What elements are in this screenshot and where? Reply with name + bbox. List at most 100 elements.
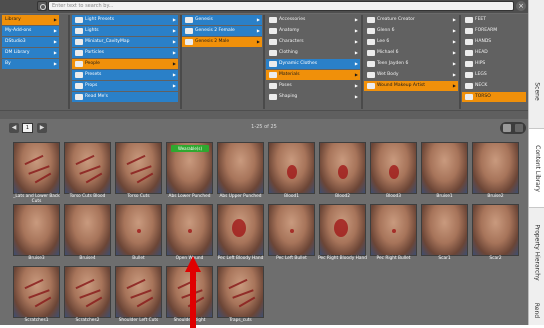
category-item[interactable]: Anatomy ▶	[266, 26, 360, 36]
asset-tile[interactable]: Bruise4	[64, 204, 111, 267]
asset-tile[interactable]: Bruise3	[13, 204, 60, 267]
view-mode-toggle[interactable]	[500, 122, 526, 134]
asset-tile[interactable]: Blood3	[370, 142, 417, 205]
asset-tile[interactable]: Torso Cuts Blood	[64, 142, 111, 205]
asset-thumbnail[interactable]	[217, 142, 264, 194]
asset-thumbnail[interactable]	[166, 204, 213, 256]
asset-tile[interactable]: Bruise1	[421, 142, 468, 205]
category-item[interactable]: Lights ▶	[72, 26, 178, 36]
asset-tile[interactable]: Shoulder Left Cuts	[115, 266, 162, 325]
category-item[interactable]: Teen Jayden 6 ▶	[364, 59, 458, 69]
asset-tile[interactable]: Pec Right Bloody Hand	[318, 204, 367, 267]
category-item[interactable]: Clothing ▶	[266, 48, 360, 58]
asset-thumbnail[interactable]	[319, 204, 366, 256]
category-item[interactable]: Glenn 6 ▶	[364, 26, 458, 36]
category-item[interactable]: People ▶	[72, 59, 178, 69]
asset-thumbnail[interactable]	[370, 204, 417, 256]
category-item[interactable]: Genesis 2 Male ▶	[182, 37, 262, 47]
asset-tile[interactable]: Scratches2	[64, 266, 111, 325]
asset-tile[interactable]: Torso Cuts	[115, 142, 162, 205]
category-item[interactable]: By ▶	[2, 59, 59, 69]
category-item[interactable]: FEET	[462, 15, 526, 25]
category-item[interactable]: HANDS	[462, 37, 526, 47]
asset-thumbnail[interactable]	[421, 204, 468, 256]
asset-thumbnail[interactable]	[115, 266, 162, 318]
asset-thumbnail[interactable]	[64, 204, 111, 256]
category-item[interactable]: Characters ▶	[266, 37, 360, 47]
category-item[interactable]: DM Library ▶	[2, 48, 59, 58]
column-divider[interactable]	[263, 15, 265, 109]
category-item[interactable]: Read Me's	[72, 92, 178, 102]
column-divider[interactable]	[361, 15, 363, 109]
tab-scene[interactable]: Scene	[529, 60, 544, 122]
asset-thumbnail[interactable]	[64, 142, 111, 194]
asset-tile[interactable]: Traps_cuts	[217, 266, 264, 325]
search-input[interactable]: Enter text to search by...	[48, 1, 514, 11]
asset-tile[interactable]: Open Wound	[166, 204, 213, 267]
category-item[interactable]: My-Add-ons ▶	[2, 26, 59, 36]
column-divider[interactable]	[68, 15, 70, 109]
category-item[interactable]: Poses ▶	[266, 81, 360, 91]
tab-property-hierarchy[interactable]: Property Hierarchy	[529, 212, 544, 292]
asset-tile[interactable]: Pec Left Bloody Hand	[217, 204, 264, 267]
category-item[interactable]: Wet Body ▶	[364, 70, 458, 80]
column-divider[interactable]	[459, 15, 461, 109]
category-item[interactable]: TORSO	[462, 92, 526, 102]
category-item[interactable]: Shaping ▶	[266, 92, 360, 102]
asset-thumbnail[interactable]	[268, 142, 315, 194]
list-view-icon[interactable]	[515, 124, 523, 132]
category-item[interactable]: Accessories ▶	[266, 15, 360, 25]
category-item[interactable]: DStudio3 ▶	[2, 37, 59, 47]
asset-tile[interactable]: Scratches1	[13, 266, 60, 325]
category-item[interactable]: LEGS	[462, 70, 526, 80]
icon-view-icon[interactable]	[503, 124, 511, 132]
search-icon[interactable]	[37, 1, 47, 11]
asset-thumbnail[interactable]	[370, 142, 417, 194]
category-item[interactable]: Light Presets ▶	[72, 15, 178, 25]
tab-render[interactable]: Rend	[529, 296, 544, 325]
category-item[interactable]: Genesis 2 Female ▶	[182, 26, 262, 36]
asset-tile[interactable]: Shoulder Right	[166, 266, 213, 325]
category-item[interactable]: Creature Creator ▶	[364, 15, 458, 25]
asset-thumbnail[interactable]	[166, 266, 213, 318]
asset-thumbnail[interactable]	[115, 142, 162, 194]
asset-thumbnail[interactable]	[13, 204, 60, 256]
category-item[interactable]: Props ▶	[72, 81, 178, 91]
category-item[interactable]: Dynamic Clothes ▶	[266, 59, 360, 69]
category-item[interactable]: Miniatur_CavityMap ▶	[72, 37, 178, 47]
asset-tile[interactable]: Scar1	[421, 204, 468, 267]
asset-thumbnail[interactable]	[64, 266, 111, 318]
asset-tile[interactable]: Wearable(s) Abs Lower Punched	[166, 142, 213, 205]
asset-thumbnail[interactable]	[472, 142, 519, 194]
category-item[interactable]: Genesis ▶	[182, 15, 262, 25]
category-item[interactable]: Lee 6 ▶	[364, 37, 458, 47]
category-item[interactable]: Wound Makeup Artist ▶	[364, 81, 458, 91]
category-item[interactable]: NECK	[462, 81, 526, 91]
asset-tile[interactable]: Bruise2	[472, 142, 519, 205]
asset-thumbnail[interactable]	[319, 142, 366, 194]
asset-thumbnail[interactable]: Wearable(s)	[166, 142, 213, 194]
category-item[interactable]: FOREARM	[462, 26, 526, 36]
category-item[interactable]: Library ▶	[2, 15, 59, 25]
asset-thumbnail[interactable]	[268, 204, 315, 256]
category-item[interactable]: HEAD	[462, 48, 526, 58]
asset-thumbnail[interactable]	[421, 142, 468, 194]
asset-tile[interactable]: Blood2	[319, 142, 366, 205]
category-item[interactable]: Presets ▶	[72, 70, 178, 80]
asset-tile[interactable]: Blood1	[268, 142, 315, 205]
category-item[interactable]: Materials ▶	[266, 70, 360, 80]
asset-thumbnail[interactable]	[115, 204, 162, 256]
asset-tile[interactable]: Scar2	[472, 204, 519, 267]
asset-thumbnail[interactable]	[13, 266, 60, 318]
asset-tile[interactable]: _Lats and Lower Back Cuts	[13, 142, 60, 205]
asset-tile[interactable]: Abs Upper Punched	[217, 142, 264, 205]
asset-thumbnail[interactable]	[472, 204, 519, 256]
asset-tile[interactable]: Bullet	[115, 204, 162, 267]
asset-tile[interactable]: Pec Left Bullet	[268, 204, 315, 267]
asset-tile[interactable]: Pec Right Bullet	[370, 204, 417, 267]
category-item[interactable]: Michael 6 ▶	[364, 48, 458, 58]
asset-thumbnail[interactable]	[13, 142, 60, 194]
tab-content-library[interactable]: Content Library	[529, 128, 544, 208]
category-item[interactable]: Particles ▶	[72, 48, 178, 58]
clear-search-button[interactable]: ×	[516, 1, 526, 11]
